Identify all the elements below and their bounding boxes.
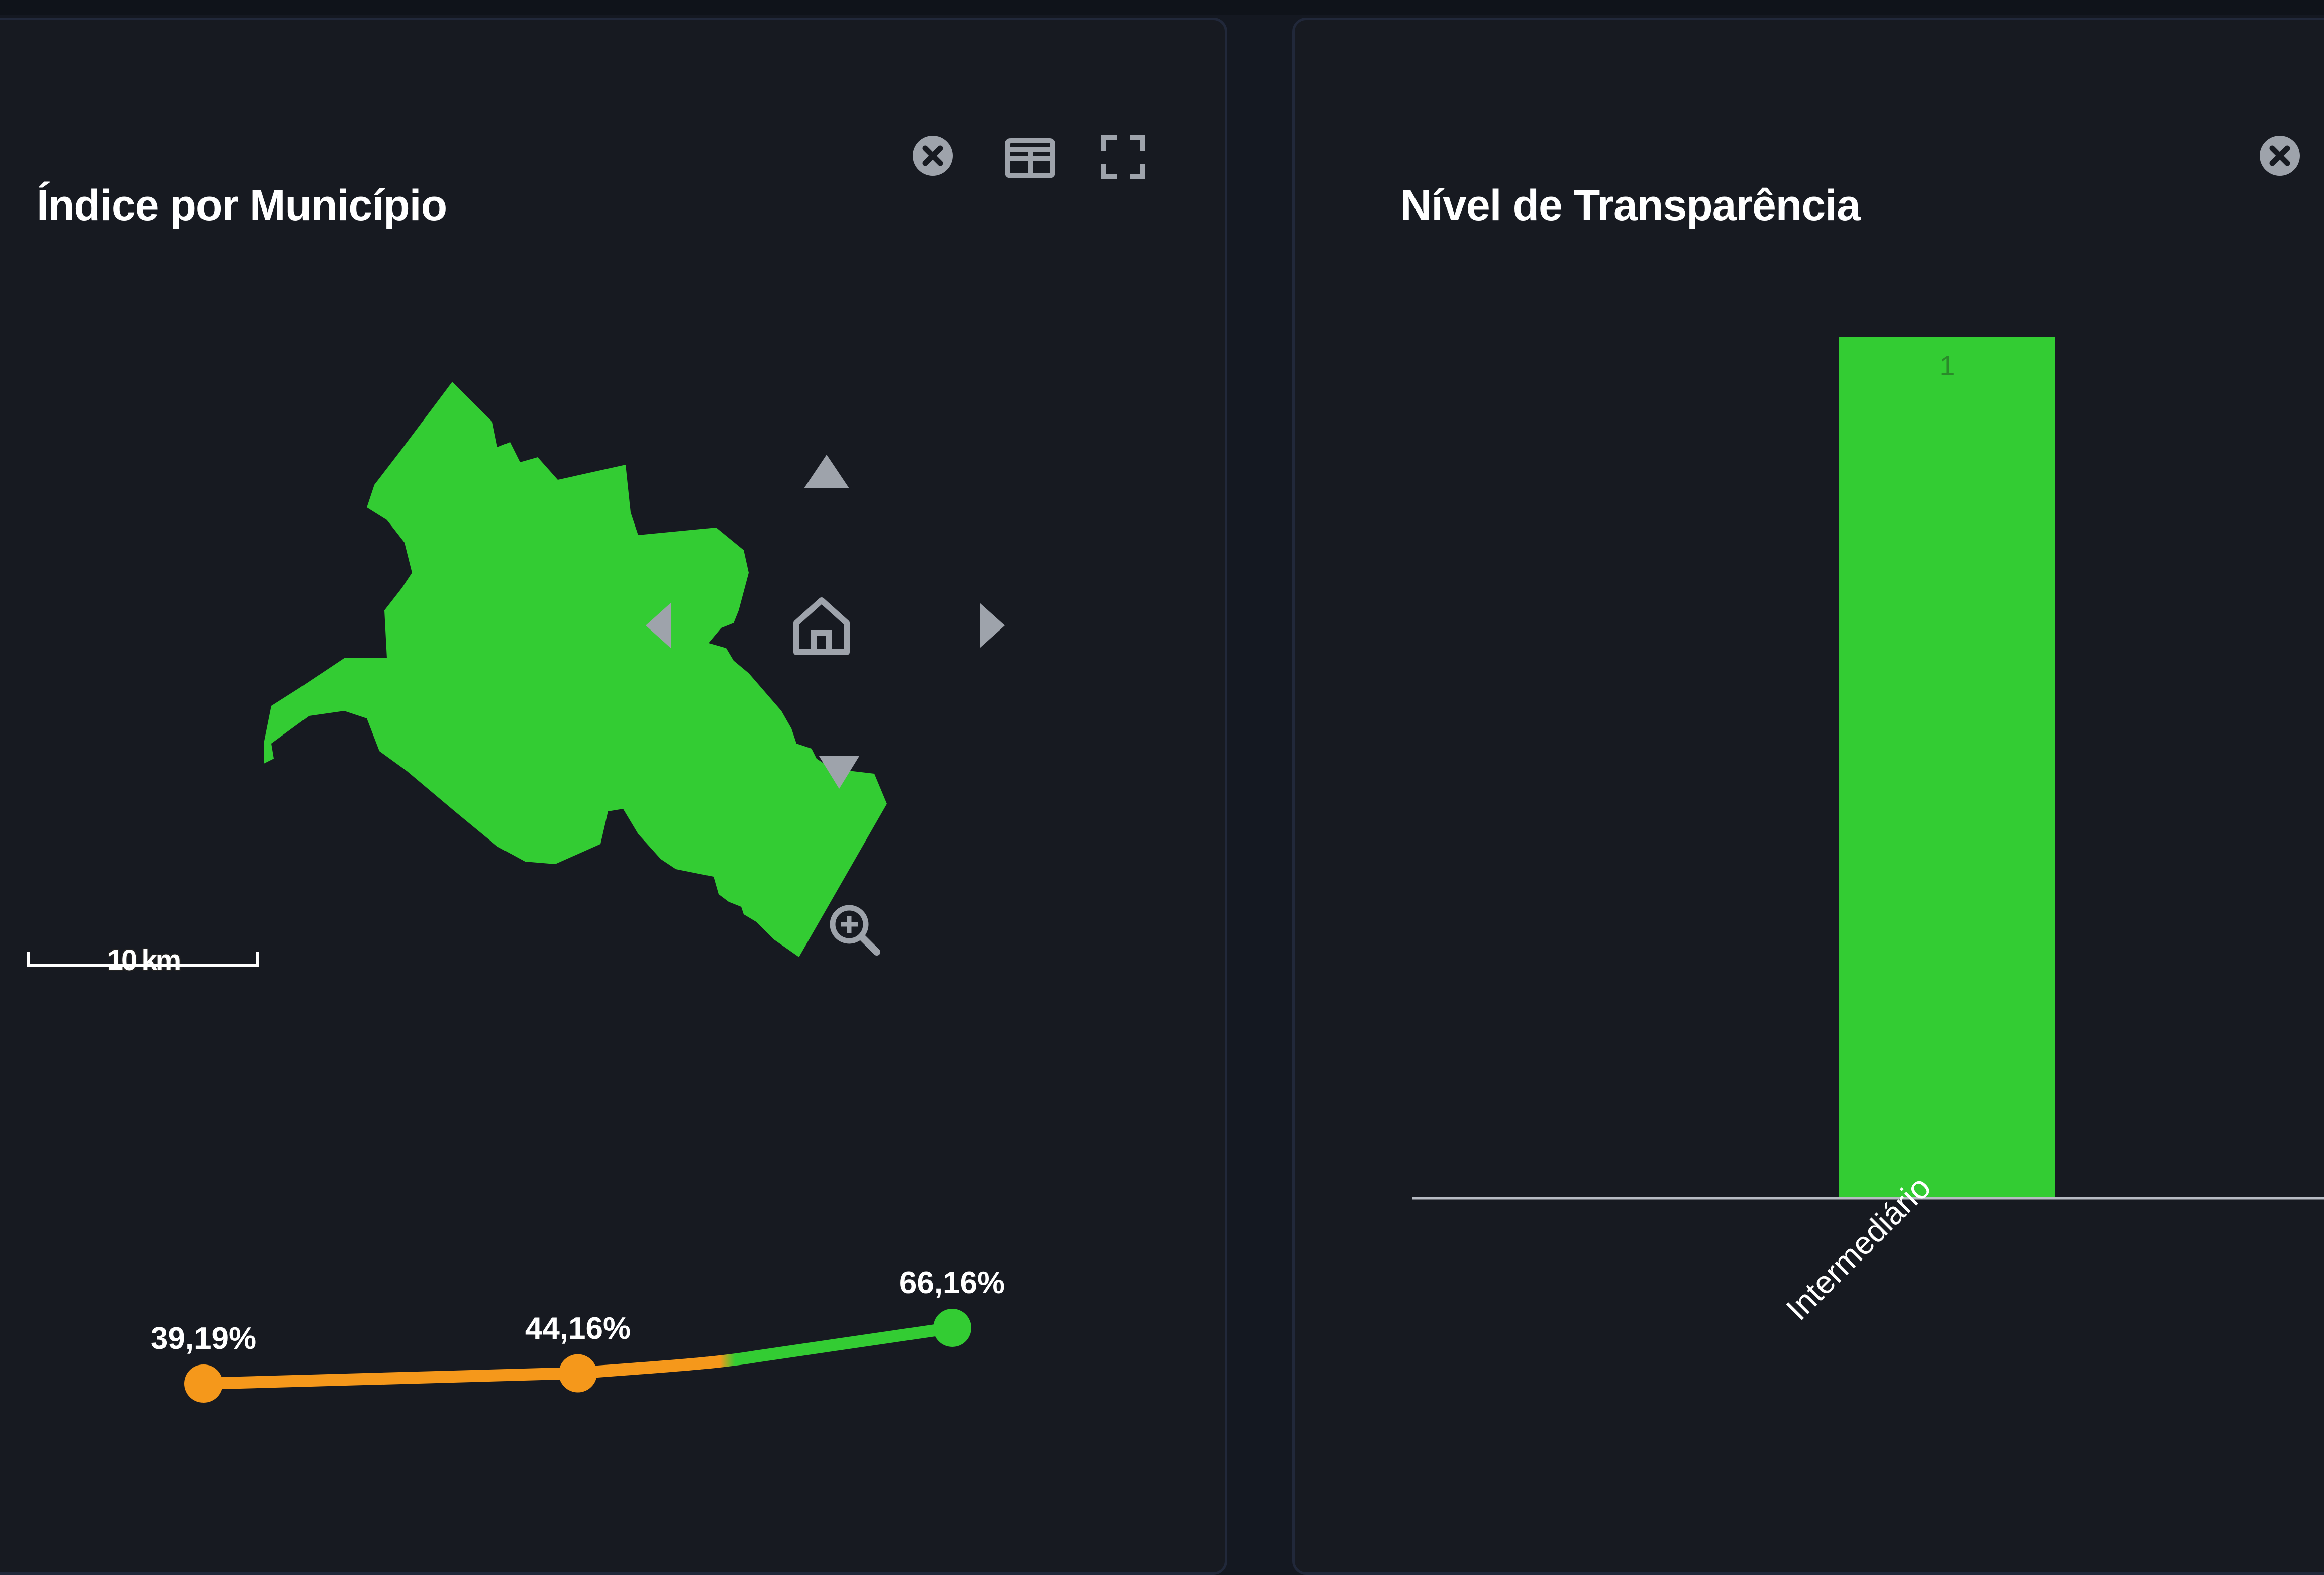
bar-value-label: 1 [1939, 350, 1955, 381]
transparency-bar-chart [1412, 337, 2324, 1200]
bar-0[interactable] [1839, 337, 2055, 1198]
